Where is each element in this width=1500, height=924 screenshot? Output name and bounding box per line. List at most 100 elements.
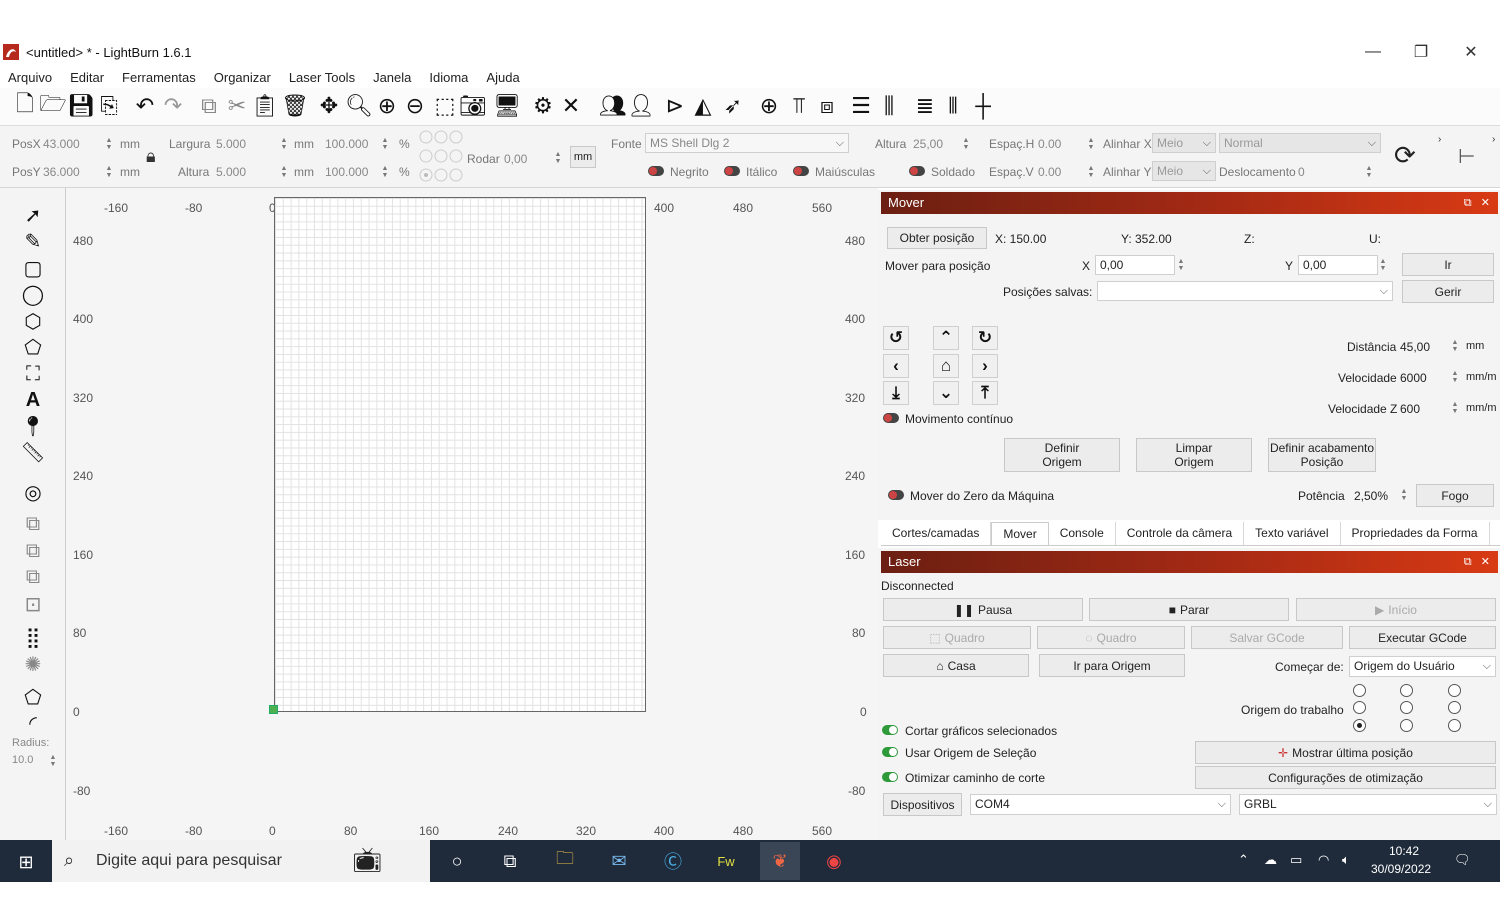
ungroup-icon[interactable]: 👤︎: [627, 92, 655, 120]
pausa-button[interactable]: ❚❚ Pausa: [883, 598, 1083, 621]
round-corner-icon[interactable]: ◜: [20, 711, 46, 735]
zoom-in-icon[interactable]: ⊕: [374, 92, 400, 120]
export-icon[interactable]: ⎘: [96, 92, 122, 120]
negrito-toggle[interactable]: [648, 166, 664, 176]
scale-width-value[interactable]: 100.000: [325, 137, 368, 151]
espv-value[interactable]: 0.00: [1038, 165, 1061, 179]
origin-radio-top-right[interactable]: [1448, 684, 1461, 697]
parar-button[interactable]: ■ Parar: [1089, 598, 1289, 621]
casa-button[interactable]: ⌂ Casa: [883, 654, 1029, 677]
more-arrow-icon[interactable]: ›: [1438, 134, 1441, 145]
quadro-circle-button[interactable]: ◌ Quadro: [1037, 626, 1185, 649]
grid-array-icon[interactable]: ⣿: [20, 625, 46, 649]
gerir-button[interactable]: Gerir: [1402, 280, 1494, 303]
origin-radio-bottom-center[interactable]: [1400, 719, 1413, 732]
center-icon[interactable]: ⊕: [756, 92, 782, 120]
battery-icon[interactable]: ▭: [1290, 852, 1302, 868]
boolean-union-icon[interactable]: ⧉: [20, 512, 46, 536]
group-icon[interactable]: 👥︎: [599, 92, 627, 120]
align-middle-icon[interactable]: ⫼: [876, 92, 902, 120]
search-highlight-icon[interactable]: 📺︎: [352, 846, 382, 875]
circular-array-icon[interactable]: ✺: [20, 652, 46, 676]
rodar-value[interactable]: 0,00: [504, 152, 527, 166]
deslocamento-spin-icon[interactable]: ▲ ▼: [1365, 165, 1373, 179]
rodar-spin-icon[interactable]: ▲ ▼: [554, 151, 562, 165]
inicio-button[interactable]: ▶ Início: [1296, 598, 1496, 621]
weld-icon[interactable]: ⊡: [20, 592, 46, 616]
move-x-input[interactable]: 0,00: [1095, 255, 1175, 275]
rotate-cw-icon[interactable]: ↻: [972, 326, 998, 350]
text-tool-icon[interactable]: A: [20, 388, 46, 412]
offset-icon[interactable]: ◎: [20, 480, 46, 504]
open-folder-icon[interactable]: 🗁: [39, 91, 66, 120]
radius-value[interactable]: 10.0: [12, 754, 33, 766]
save-icon[interactable]: 💾︎: [67, 92, 95, 120]
monitor-icon[interactable]: 🖥︎: [493, 92, 521, 120]
posx-value[interactable]: 43.000: [43, 137, 80, 151]
ir-para-origem-button[interactable]: Ir para Origem: [1039, 654, 1185, 677]
font-altura-value[interactable]: 25,00: [913, 137, 943, 151]
rotate-ccw-icon[interactable]: ↺: [883, 326, 909, 350]
porta-select[interactable]: COM4: [970, 794, 1231, 815]
node-edit-icon[interactable]: ⊢: [1458, 144, 1475, 169]
esph-spin-icon[interactable]: ▲ ▼: [1087, 137, 1095, 151]
distancia-value[interactable]: 45,00: [1400, 340, 1430, 354]
clock-date[interactable]: 30/09/2022: [1371, 862, 1431, 876]
font-select[interactable]: MS Shell Dlg 2: [645, 133, 849, 153]
work-area-grid[interactable]: [274, 197, 646, 712]
move-y-input[interactable]: 0,00: [1298, 255, 1378, 275]
velocidade-z-spin-icon[interactable]: ▲ ▼: [1451, 401, 1459, 415]
posicoes-salvas-select[interactable]: [1097, 281, 1393, 301]
scale-width-spin-icon[interactable]: ▲ ▼: [381, 137, 389, 151]
origin-radio-top-left[interactable]: [1353, 684, 1366, 697]
delete-icon[interactable]: 🗑︎: [281, 92, 309, 120]
undo-icon[interactable]: ↶: [132, 92, 158, 120]
radius-spin-icon[interactable]: ▲ ▼: [49, 754, 57, 768]
menu-idioma[interactable]: Idioma: [429, 70, 468, 85]
file-explorer-icon[interactable]: 🗀: [551, 848, 579, 874]
copy-icon[interactable]: ⧉: [196, 92, 222, 120]
settings-icon[interactable]: ⚙: [530, 92, 556, 120]
jog-right-icon[interactable]: ›: [972, 354, 998, 378]
jog-down-icon[interactable]: ⌄: [933, 381, 959, 405]
volume-icon[interactable]: 🔈︎: [1342, 852, 1350, 868]
windows-start-icon[interactable]: ⊞: [12, 849, 40, 875]
anchor-grid-icon[interactable]: [419, 130, 463, 182]
mover-zero-maquina-toggle[interactable]: [888, 490, 904, 500]
tray-chevron-icon[interactable]: ⌃: [1238, 852, 1249, 868]
menu-ajuda[interactable]: Ajuda: [486, 70, 519, 85]
velocidade-spin-icon[interactable]: ▲ ▼: [1451, 370, 1459, 384]
lightburn-taskbar-icon[interactable]: ❦: [760, 842, 800, 880]
configuracoes-otimizacao-button[interactable]: Configurações de otimização: [1195, 766, 1496, 789]
onedrive-icon[interactable]: ☁: [1264, 852, 1277, 868]
italico-toggle[interactable]: [724, 166, 740, 176]
menu-organizar[interactable]: Organizar: [214, 70, 271, 85]
dispositivos-button[interactable]: Dispositivos: [883, 793, 962, 816]
move-icon[interactable]: ✥: [316, 92, 342, 120]
minimize-button[interactable]: —: [1350, 40, 1396, 64]
z-up-icon[interactable]: ⤒: [972, 381, 998, 405]
scale-height-spin-icon[interactable]: ▲ ▼: [381, 165, 389, 179]
largura-spin-icon[interactable]: ▲ ▼: [280, 137, 288, 151]
scale-height-value[interactable]: 100.000: [325, 165, 368, 179]
firmware-select[interactable]: GRBL: [1239, 794, 1497, 815]
espv-spin-icon[interactable]: ▲ ▼: [1087, 165, 1095, 179]
ir-button[interactable]: Ir: [1402, 253, 1494, 276]
camera-icon[interactable]: 📷︎: [459, 92, 487, 120]
maiusculas-toggle[interactable]: [793, 166, 809, 176]
tab-texto-variavel[interactable]: Texto variável: [1244, 522, 1341, 545]
distribute-icon[interactable]: ⧈: [814, 92, 840, 120]
mostrar-ultima-posicao-button[interactable]: ✛ Mostrar última posição: [1195, 741, 1496, 764]
tab-mover[interactable]: Mover: [991, 522, 1049, 545]
usar-origem-selecao-toggle[interactable]: [882, 747, 898, 757]
notifications-icon[interactable]: 🗨︎: [1454, 852, 1471, 868]
alinhx-select[interactable]: Meio: [1152, 133, 1216, 153]
laser-panel-float-close-icon[interactable]: ⧉ ✕: [1464, 551, 1490, 573]
menu-janela[interactable]: Janela: [373, 70, 411, 85]
movimento-continuo-toggle[interactable]: [883, 413, 899, 423]
boolean-diff-icon[interactable]: ⧉: [20, 539, 46, 563]
menu-laser-tools[interactable]: Laser Tools: [289, 70, 355, 85]
definir-acabamento-button[interactable]: Definir acabamento Posição: [1268, 438, 1376, 472]
measure-icon[interactable]: 📏︎: [20, 440, 46, 464]
distribute-v-icon[interactable]: ┼: [970, 92, 996, 120]
